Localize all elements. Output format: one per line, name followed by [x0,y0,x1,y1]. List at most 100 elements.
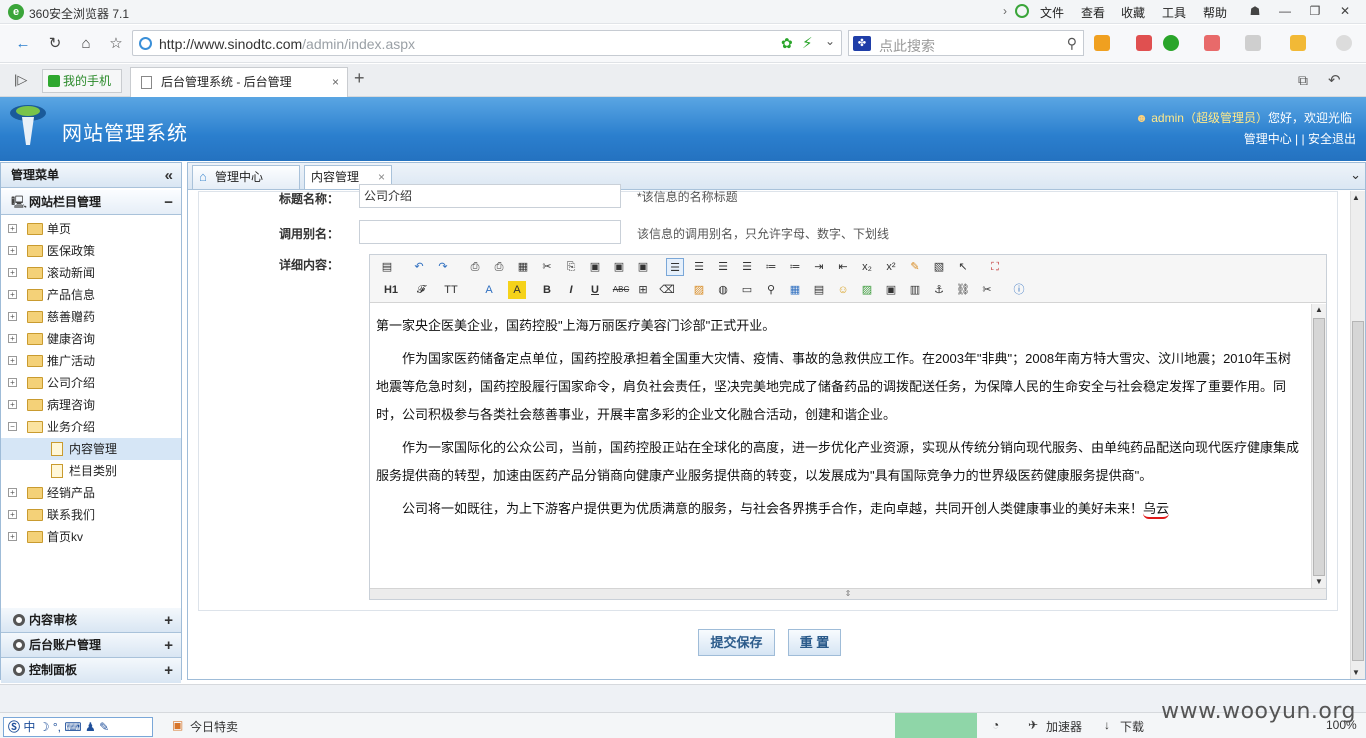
paste-word-icon[interactable]: ▣ [634,258,652,276]
expand-icon[interactable]: + [8,400,17,409]
unlink-icon[interactable]: ✂ [978,281,996,299]
collapse-icon[interactable]: « [165,163,173,188]
menu-file[interactable]: 文件 [1040,4,1064,21]
close-window-button[interactable]: ✕ [1330,0,1360,22]
settings-icon[interactable] [1336,35,1352,51]
sidebar-toggle-icon[interactable]: |▷ [14,72,27,88]
section-content-review[interactable]: 内容审核 + [1,608,181,633]
copy-icon[interactable]: ⎘ [562,258,580,276]
alias-input[interactable] [359,220,621,244]
minimize-button[interactable]: — [1270,0,1300,22]
chevron-right-icon[interactable]: › [1003,4,1007,18]
download-icon[interactable]: ↓ [1104,718,1110,732]
submit-button[interactable]: 提交保存 [698,629,775,656]
font-size-select[interactable]: TT [440,281,462,299]
expand-icon[interactable]: + [8,378,17,387]
expand-icon[interactable]: + [8,290,17,299]
calendar-icon[interactable] [1136,35,1152,51]
plus-icon[interactable]: + [164,633,173,658]
fullscreen-icon[interactable]: ⛶ [986,258,1004,276]
outdent-icon[interactable]: ⇤ [834,258,852,276]
main-scrollbar[interactable]: ▲ ▼ [1350,191,1365,679]
italic-icon[interactable]: I [562,281,580,299]
justify-icon[interactable]: ☰ [738,258,756,276]
pagebreak-icon[interactable]: ▥ [906,281,924,299]
bold-icon[interactable]: B [538,281,556,299]
undo-close-icon[interactable]: ↶ [1328,71,1341,89]
clear-format-icon[interactable]: ✎ [906,258,924,276]
security-icon[interactable]: ✿ [781,35,793,52]
maximize-button[interactable]: ❐ [1300,0,1330,22]
tree-item[interactable]: + 单页 [1,218,181,240]
section-control-panel[interactable]: 控制面板 + [1,658,181,683]
expand-icon[interactable]: + [8,488,17,497]
eraser-icon[interactable]: ⌫ [658,281,676,299]
expand-icon[interactable]: + [8,312,17,321]
expand-icon[interactable]: + [8,224,17,233]
wrench-icon[interactable]: ✎ [99,720,109,734]
tree-item[interactable]: + 推广活动 [1,350,181,372]
minus-icon[interactable]: − [164,190,173,215]
preview-icon[interactable]: ⎙ [466,258,484,276]
plus-icon[interactable]: + [164,608,173,633]
adblock-icon[interactable] [1204,35,1220,51]
template-icon[interactable]: ▦ [514,258,532,276]
tree-item[interactable]: + 经销产品 [1,482,181,504]
select-all-icon[interactable]: ▧ [930,258,948,276]
indent-icon[interactable]: ⇥ [810,258,828,276]
highlight-icon[interactable]: A [508,281,526,299]
editor-scrollbar[interactable]: ▲ ▼ [1311,304,1326,590]
tree-item[interactable]: + 联系我们 [1,504,181,526]
print-icon[interactable]: ⎙ [490,258,508,276]
apps-icon[interactable] [1094,35,1110,51]
close-tab-icon[interactable]: × [332,68,339,96]
tree-subitem-column-category[interactable]: 栏目类别 [1,460,181,482]
underline-icon[interactable]: U [586,281,604,299]
screenshot-icon[interactable] [1245,35,1261,51]
tree-item[interactable]: + 首页kv [1,526,181,548]
tab-admin[interactable]: 后台管理系统 - 后台管理 × [130,67,348,97]
hr-icon[interactable]: ▤ [810,281,828,299]
menu-help[interactable]: 帮助 [1203,4,1227,21]
new-tab-button[interactable]: + [354,68,365,89]
search-box[interactable]: ✤ 点此搜索 ⚲ [848,30,1084,56]
media-icon[interactable]: ▭ [738,281,756,299]
rich-text-editor[interactable]: ▤ ↶ ↷ ⎙ ⎙ ▦ ✂ ⎘ ▣ ▣ ▣ ☰ ☰ ☰ ☰ ≔ ≔ ⇥ ⇤ x₂ [369,254,1327,600]
emoticon-icon[interactable]: ☺ [834,281,852,299]
user-icon[interactable] [1015,4,1029,18]
scroll-thumb[interactable] [1352,321,1364,661]
tree-item[interactable]: + 滚动新闻 [1,262,181,284]
title-input[interactable]: 公司介绍 [359,184,621,208]
ime-mode[interactable]: 中 [23,720,35,734]
insert-image-icon[interactable]: ▨ [690,281,708,299]
insert-table-icon[interactable]: ▦ [786,281,804,299]
ime-toolbar[interactable]: Ⓢ 中 ☽ °, ⌨ ♟ ✎ [3,717,153,737]
keyboard-icon[interactable]: ⌨ [64,720,81,734]
chevron-double-down-icon[interactable]: ⌄ [1350,167,1361,183]
picture-icon[interactable]: ▨ [858,281,876,299]
heading-select[interactable]: H1 [378,281,404,299]
tab-admin-center[interactable]: ⌂ 管理中心 [192,165,300,189]
link-icon[interactable]: ⛓ [954,281,972,299]
attachment-icon[interactable]: ⚲ [762,281,780,299]
expand-icon[interactable]: + [8,334,17,343]
table-grid-icon[interactable]: ⊞ [634,281,652,299]
strikethrough-icon[interactable]: ABC [610,281,632,299]
anchor-icon[interactable]: ⚓ [930,281,948,299]
expand-icon[interactable]: + [8,356,17,365]
ordered-list-icon[interactable]: ≔ [762,258,780,276]
cut-icon[interactable]: ✂ [538,258,556,276]
punct-icon[interactable]: °, [53,720,61,734]
tree-item[interactable]: − 业务介绍 [1,416,181,438]
align-center-icon[interactable]: ☰ [690,258,708,276]
font-color-icon[interactable]: A [480,281,498,299]
source-icon[interactable]: ▤ [378,258,396,276]
align-right-icon[interactable]: ☰ [714,258,732,276]
menu-tools[interactable]: 工具 [1162,4,1186,21]
expand-icon[interactable]: + [8,532,17,541]
address-bar[interactable]: http://www.sinodtc.com/admin/index.aspx … [132,30,842,56]
section-accounts[interactable]: 后台账户管理 + [1,633,181,658]
home-icon[interactable]: ⌂ [75,33,97,55]
paste-icon[interactable]: ▣ [586,258,604,276]
search-icon[interactable]: ⚲ [1067,35,1077,52]
